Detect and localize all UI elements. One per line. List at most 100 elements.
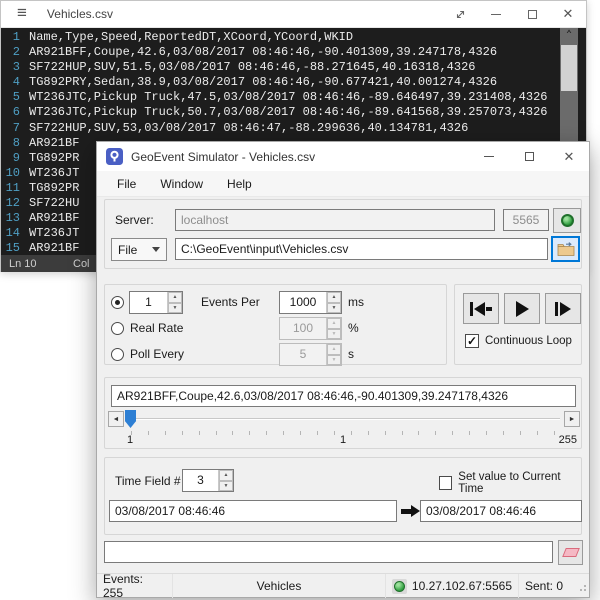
stepper-up-icon[interactable]: ▲ (219, 470, 233, 481)
resize-grip[interactable] (577, 581, 587, 595)
slider-tick (486, 431, 487, 435)
connect-button[interactable] (553, 208, 581, 233)
scroll-up-icon[interactable]: ⌃ (560, 28, 578, 44)
stepper-down-icon[interactable]: ▼ (327, 303, 341, 314)
slider-tick (469, 431, 470, 435)
slider-tick (232, 431, 233, 435)
step-forward-icon (555, 302, 571, 316)
expand-icon[interactable] (442, 1, 478, 28)
menu-file[interactable]: File (105, 173, 148, 195)
line-number: 7 (1, 121, 29, 136)
slider-tick (300, 431, 301, 435)
endpoint-status: 10.27.102.67:5565 (386, 574, 519, 598)
real-rate-row: Real Rate 100 ▲▼ % (105, 317, 446, 341)
scrollbar-thumb[interactable] (561, 45, 577, 91)
time-field-stepper[interactable]: 3 ▲▼ (182, 469, 234, 492)
slider-tick (266, 431, 267, 435)
ms-unit-label: ms (348, 295, 364, 309)
file-path-input[interactable] (175, 238, 548, 260)
simulator-window-title: GeoEvent Simulator - Vehicles.csv (131, 150, 469, 164)
slider-thumb[interactable] (125, 410, 136, 428)
checkmark-icon: ✓ (467, 336, 477, 346)
step-forward-button[interactable] (545, 293, 581, 324)
geoevent-simulator-window: GeoEvent Simulator - Vehicles.csv ✕ File… (96, 141, 590, 598)
events-per-radio[interactable] (111, 296, 124, 309)
line-text: WT236JTC,Pickup Truck,47.5,03/08/2017 08… (29, 90, 547, 105)
slider-tick (148, 431, 149, 435)
event-count-stepper[interactable]: 1 ▲▼ (129, 291, 183, 314)
time-to-field (420, 500, 582, 522)
editor-maximize-button[interactable] (514, 1, 550, 28)
current-event-input[interactable] (111, 385, 576, 407)
menu-window[interactable]: Window (148, 173, 215, 195)
editor-minimize-button[interactable] (478, 1, 514, 28)
server-port-input (503, 209, 549, 231)
slider-tick (165, 431, 166, 435)
simulator-titlebar[interactable]: GeoEvent Simulator - Vehicles.csv ✕ (97, 142, 589, 171)
time-field-value[interactable]: 3 (183, 470, 218, 491)
column-indicator: Col (73, 258, 90, 270)
poll-every-stepper: 5 ▲▼ (279, 343, 342, 366)
menubar: File Window Help (97, 171, 589, 197)
interval-ms-stepper[interactable]: 1000 ▲▼ (279, 291, 342, 314)
slider-tick (503, 431, 504, 435)
events-count-status: Events: 255 (97, 574, 173, 598)
slider-tick (249, 431, 250, 435)
simulator-close-button[interactable]: ✕ (549, 142, 589, 171)
continuous-loop-checkbox[interactable]: ✓ (465, 334, 479, 348)
eraser-icon (562, 548, 580, 557)
poll-every-value: 5 (280, 344, 326, 365)
interval-ms-value[interactable]: 1000 (280, 292, 326, 313)
time-field-label: Time Field # (115, 474, 181, 488)
continuous-loop-label: Continuous Loop (485, 335, 572, 347)
real-rate-value: 100 (280, 318, 326, 339)
line-text: SF722HU (29, 196, 79, 211)
geoevent-app-icon (106, 148, 123, 165)
log-row (104, 540, 582, 566)
event-slider: ◄ ► (108, 410, 580, 428)
slider-left-arrow-button[interactable]: ◄ (108, 411, 124, 427)
slider-tick (537, 431, 538, 435)
editor-line: 4TG892PRY,Sedan,38.9,03/08/2017 08:46:46… (1, 75, 586, 90)
event-count-value[interactable]: 1 (130, 292, 167, 313)
source-type-dropdown[interactable]: File (111, 238, 167, 261)
line-number: 3 (1, 60, 29, 75)
clear-log-button[interactable] (558, 540, 583, 565)
slider-tick (385, 431, 386, 435)
poll-every-row: Poll Every 5 ▲▼ s (105, 343, 446, 367)
line-number: 6 (1, 105, 29, 120)
set-current-time-label: Set value to Current Time (458, 471, 581, 495)
line-text: AR921BFF,Coupe,42.6,03/08/2017 08:46:46,… (29, 45, 497, 60)
real-rate-radio[interactable] (111, 322, 124, 335)
menu-help[interactable]: Help (215, 173, 264, 195)
stepper-up-icon[interactable]: ▲ (168, 292, 182, 303)
line-indicator: Ln 10 (9, 258, 37, 270)
skip-to-start-icon (470, 302, 492, 316)
slider-min-label: 1 (127, 434, 133, 446)
editor-window-title: Vehicles.csv (47, 7, 442, 21)
editor-titlebar[interactable]: ≡ Vehicles.csv ✕ (1, 1, 586, 28)
editor-line: 5WT236JTC,Pickup Truck,47.5,03/08/2017 0… (1, 90, 586, 105)
stepper-down-icon[interactable]: ▼ (219, 481, 233, 492)
simulator-maximize-button[interactable] (509, 142, 549, 171)
slider-track[interactable] (128, 418, 560, 420)
hamburger-menu-icon[interactable]: ≡ (17, 3, 27, 23)
slider-right-arrow-button[interactable]: ► (564, 411, 580, 427)
line-text: TG892PRY,Sedan,38.9,03/08/2017 08:46:46,… (29, 75, 497, 90)
simulator-minimize-button[interactable] (469, 142, 509, 171)
line-number: 5 (1, 90, 29, 105)
set-current-time-checkbox[interactable] (439, 476, 452, 490)
stepper-up-icon[interactable]: ▲ (327, 292, 341, 303)
poll-every-radio[interactable] (111, 348, 124, 361)
browse-file-button[interactable] (551, 236, 580, 262)
slider-tick (368, 431, 369, 435)
stepper-down-icon[interactable]: ▼ (168, 303, 182, 314)
open-folder-icon (557, 242, 575, 257)
play-button[interactable] (504, 293, 540, 324)
line-number: 11 (1, 181, 29, 196)
editor-close-button[interactable]: ✕ (550, 1, 586, 28)
line-text: SF722HUP,SUV,53,03/08/2017 08:46:47,-88.… (29, 121, 468, 136)
slider-tick (216, 431, 217, 435)
skip-to-start-button[interactable] (463, 293, 499, 324)
seconds-unit-label: s (348, 347, 354, 361)
